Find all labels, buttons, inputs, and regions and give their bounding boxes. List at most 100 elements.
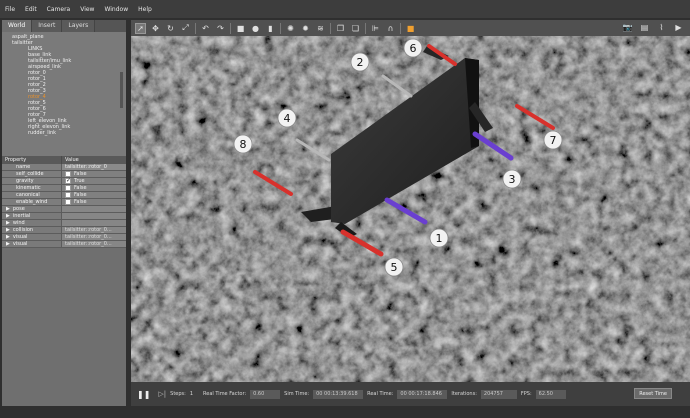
change-view-icon[interactable]: ■ [405,23,416,34]
property-group-key: ▶ wind [2,220,62,226]
translate-icon[interactable]: ✥ [150,23,161,34]
scale-icon[interactable]: ⤢ [180,23,191,34]
rotor-number-text: 7 [550,134,557,147]
property-value[interactable]: False [62,192,126,198]
sim-time-label: Sim Time: [284,391,310,397]
property-group-row[interactable]: ▶ collision tailsitter::rotor_0... [2,227,126,234]
expand-triangle-icon[interactable]: ▶ [6,213,10,219]
undo-icon[interactable]: ↶ [200,23,211,34]
steps-value[interactable]: 1 [190,391,193,397]
property-checkbox[interactable] [65,199,71,205]
property-group-value [62,206,126,212]
menu-help[interactable]: Help [138,6,152,13]
property-value[interactable]: True [62,177,126,184]
property-group-label: visual [12,234,28,240]
property-checkbox[interactable] [65,177,71,184]
expand-triangle-icon[interactable]: ▶ [6,206,10,212]
pause-icon[interactable]: ❚❚ [137,390,150,399]
ground-shading [131,36,690,382]
rotor-number-text: 1 [436,232,443,245]
tab-world[interactable]: World [2,20,33,32]
property-group-row[interactable]: ▶ visual tailsitter::rotor_0... [2,241,126,248]
expand-triangle-icon[interactable]: ▶ [6,220,10,226]
rotor-number-label-7: 7 [543,130,563,150]
rotor-number-text: 3 [509,173,516,186]
fps-value: 62.50 [535,389,566,399]
expand-triangle-icon[interactable]: ▶ [6,227,10,233]
property-group-label: wind [12,220,25,226]
menu-bar: File Edit Camera View Window Help [0,0,690,18]
reset-time-button[interactable]: Reset Time [634,388,672,399]
menu-edit[interactable]: Edit [25,6,37,13]
toolbar-divider [365,22,366,34]
3d-viewport[interactable]: 1 2 3 4 5 6 7 8 [131,36,690,382]
copy-icon[interactable]: ❐ [335,23,346,34]
property-group-row[interactable]: ▶ inertial [2,213,126,220]
toolbar-right-group: 📷 ▤ ⌇ ▶ [622,22,684,33]
property-column-header: Property [2,156,62,164]
property-group-row[interactable]: ▶ pose [2,206,126,213]
property-group-label: visual [12,241,28,247]
property-group-row[interactable]: ▶ wind [2,220,126,227]
property-group-key: ▶ visual [2,234,62,240]
log-icon[interactable]: ▤ [639,22,650,33]
expand-triangle-icon[interactable]: ▶ [6,234,10,240]
rotor-number-text: 6 [410,42,417,55]
plot-icon[interactable]: ⌇ [656,22,667,33]
paste-icon[interactable]: ❏ [350,23,361,34]
scene-render[interactable]: 1 2 3 4 5 6 7 8 [131,36,690,382]
step-icon[interactable]: ▷| [158,390,166,398]
box-shape-icon[interactable]: ■ [235,23,246,34]
sim-time-value: 00 00:13:39.618 [313,389,364,399]
property-checkbox[interactable] [65,192,71,198]
menu-view[interactable]: View [80,6,94,13]
tree-scrollbar[interactable] [120,72,123,108]
toolbar-divider [400,22,401,34]
screenshot-icon[interactable]: 📷 [622,22,633,33]
property-value-text: True [74,177,85,184]
tab-layers[interactable]: Layers [62,20,96,32]
property-group-value: tailsitter::rotor_0... [62,227,126,233]
property-key: canonical [2,192,62,198]
property-value[interactable]: False [62,185,126,191]
left-panel: World Insert Layers aspalt_plane tailsitt… [2,20,126,416]
video-record-icon[interactable]: ▶ [673,22,684,33]
property-value[interactable]: False [62,171,126,177]
tab-insert[interactable]: Insert [32,20,63,32]
menu-file[interactable]: File [5,6,15,13]
menu-camera[interactable]: Camera [47,6,71,13]
redo-icon[interactable]: ↷ [215,23,226,34]
rotor-number-label-4: 4 [277,108,297,128]
property-group-row[interactable]: ▶ visual tailsitter::rotor_0... [2,234,126,241]
property-row: gravity True [2,177,126,185]
property-value[interactable]: tailsitter::rotor_0 [62,164,126,170]
toolbar-divider [230,22,231,34]
menu-window[interactable]: Window [104,6,128,13]
real-time-factor-value: 0.60 [250,389,281,399]
spot-light-icon[interactable]: ✹ [300,23,311,34]
rotate-icon[interactable]: ↻ [165,23,176,34]
real-time-value: 00 00:17:18.846 [397,389,448,399]
property-value[interactable]: False [62,199,126,205]
cylinder-shape-icon[interactable]: ▮ [265,23,276,34]
sphere-shape-icon[interactable]: ● [250,23,261,34]
tree-item[interactable]: rudder_link [12,130,126,136]
property-value-text: False [74,184,87,191]
property-checkbox[interactable] [65,185,71,191]
rotor-number-label-1: 1 [429,228,449,248]
expand-triangle-icon[interactable]: ▶ [6,241,10,247]
property-row: kinematic False [2,185,126,192]
property-group-value [62,213,126,219]
property-key: self_collide [2,171,62,177]
select-arrow-icon[interactable]: ➚ [135,22,146,34]
directional-light-icon[interactable]: ≋ [315,23,326,34]
align-icon[interactable]: ⊫ [370,23,381,34]
property-panel: Property Value name tailsitter::rotor_0 se… [2,156,126,248]
property-key: kinematic [2,185,62,191]
snap-icon[interactable]: ∩ [385,23,396,34]
point-light-icon[interactable]: ✺ [285,23,296,34]
property-key: gravity [2,178,62,184]
rotor-number-label-2: 2 [350,52,370,72]
property-group-label: collision [12,227,34,233]
toolbar-divider [195,22,196,34]
